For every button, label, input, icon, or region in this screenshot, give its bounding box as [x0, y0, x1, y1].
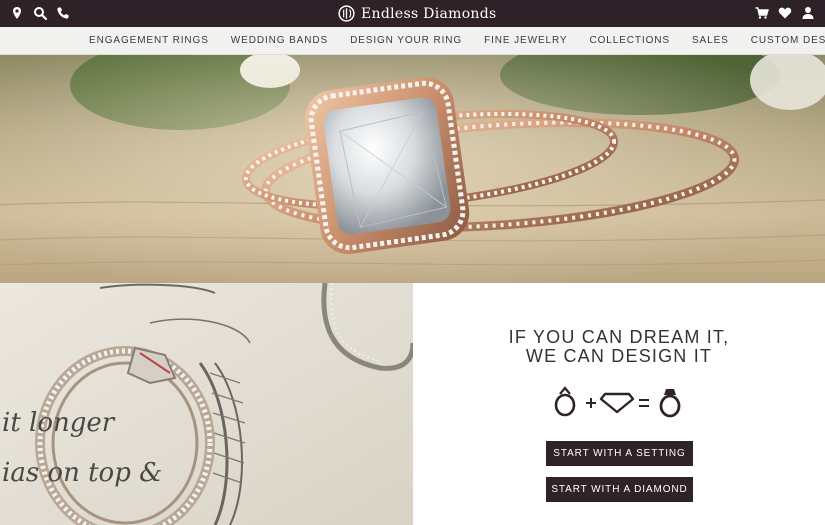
diamond-icon: [599, 392, 635, 414]
top-bar-right-icons: [755, 6, 815, 20]
cta-headline-line-1: IF YOU CAN DREAM IT,: [508, 327, 730, 347]
search-icon[interactable]: [33, 6, 47, 20]
handwriting-line-2: ias on top &: [2, 458, 162, 488]
finished-ring-icon: [659, 389, 681, 418]
logo-text: Endless Diamonds: [361, 5, 497, 22]
cta-headline-line-2: WE CAN DESIGN IT: [525, 346, 713, 366]
ring-setting-icon: [554, 386, 576, 417]
main-nav-items: ENGAGEMENT RINGS WEDDING BANDS DESIGN YO…: [78, 27, 825, 54]
nav-item-collections[interactable]: COLLECTIONS: [579, 35, 681, 46]
ring-sketch-illustration: it longer ias on top &: [0, 283, 413, 525]
handwriting-line-1: it longer: [2, 408, 116, 438]
cart-icon[interactable]: [755, 6, 769, 20]
nav-item-design-your-ring[interactable]: DESIGN YOUR RING: [339, 35, 473, 46]
nav-item-custom-design[interactable]: CUSTOM DESIGN: [740, 35, 825, 46]
nav-item-sales[interactable]: SALES: [681, 35, 740, 46]
main-nav: ENGAGEMENT RINGS WEDDING BANDS DESIGN YO…: [0, 27, 825, 55]
logo-mark-icon: [338, 5, 355, 22]
top-bar: Endless Diamonds: [0, 0, 825, 27]
user-icon[interactable]: [801, 6, 815, 20]
ring-equation: [554, 386, 681, 418]
plus-icon: [586, 398, 596, 408]
sketch-photo: it longer ias on top &: [0, 283, 413, 525]
equals-icon: [639, 399, 649, 407]
design-cta-panel: IF YOU CAN DREAM IT, WE CAN DESIGN IT ST…: [413, 283, 825, 525]
start-with-diamond-button[interactable]: START WITH A DIAMOND: [546, 477, 693, 502]
nav-item-engagement-rings[interactable]: ENGAGEMENT RINGS: [78, 35, 220, 46]
phone-icon[interactable]: [56, 6, 70, 20]
brand-logo[interactable]: Endless Diamonds: [338, 3, 497, 24]
heart-icon[interactable]: [778, 6, 792, 20]
hero-banner[interactable]: [0, 55, 825, 283]
nav-item-wedding-bands[interactable]: WEDDING BANDS: [220, 35, 339, 46]
location-pin-icon[interactable]: [10, 6, 24, 20]
top-bar-left-icons: [10, 6, 70, 20]
hero-ring-photo: [0, 55, 825, 283]
nav-item-fine-jewelry[interactable]: FINE JEWELRY: [473, 35, 578, 46]
start-with-setting-button[interactable]: START WITH A SETTING: [546, 441, 693, 466]
